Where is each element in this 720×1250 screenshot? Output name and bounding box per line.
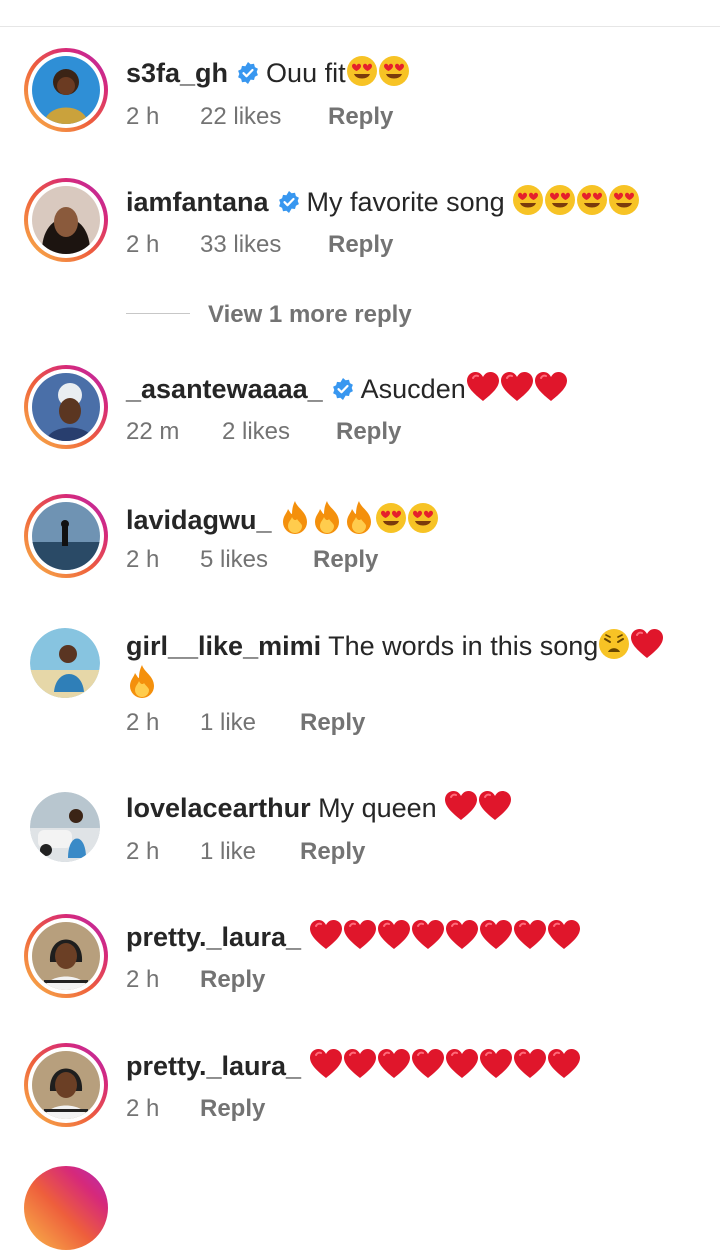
comment-time: 22 m (126, 418, 180, 445)
weary-face-emoji-icon (598, 628, 630, 660)
heart-eyes-emoji-icon (375, 502, 407, 534)
story-ring[interactable] (24, 365, 108, 449)
verified-badge-icon (236, 61, 260, 85)
comment-text: The words in this song (328, 631, 599, 661)
red-heart-emoji-icon (343, 919, 377, 951)
avatar[interactable] (30, 628, 100, 698)
reply-button[interactable]: Reply (328, 102, 393, 132)
comment-username[interactable]: pretty._laura_ (126, 1051, 301, 1081)
red-heart-emoji-icon (479, 919, 513, 951)
comment-username[interactable]: iamfantana (126, 187, 269, 217)
comment-likes[interactable]: 22 likes (200, 102, 281, 132)
heart-eyes-emoji-icon (346, 55, 378, 87)
avatar[interactable] (32, 502, 100, 570)
red-heart-emoji-icon (377, 919, 411, 951)
red-heart-emoji-icon (343, 1048, 377, 1080)
story-ring[interactable] (24, 1043, 108, 1127)
divider-line (126, 313, 190, 314)
comment-likes[interactable]: 1 like (200, 708, 256, 738)
red-heart-emoji-icon (445, 1048, 479, 1080)
heart-eyes-emoji-icon (544, 184, 576, 216)
reply-button[interactable]: Reply (300, 708, 365, 738)
comment-likes[interactable]: 5 likes (200, 545, 268, 575)
comment-text: My queen (318, 793, 445, 823)
comment-username[interactable]: lovelacearthur (126, 793, 311, 823)
story-ring[interactable] (24, 1166, 108, 1250)
comment-likes[interactable]: 1 like (200, 837, 256, 867)
avatar[interactable] (32, 922, 100, 990)
reply-button[interactable]: Reply (200, 1094, 265, 1124)
comment-likes[interactable]: 33 likes (200, 230, 281, 260)
comment-time: 2 h (126, 966, 160, 993)
view-more-replies-label[interactable]: View 1 more reply (208, 300, 412, 330)
avatar[interactable] (32, 373, 100, 441)
comment-username[interactable]: lavidagwu_ (126, 505, 272, 535)
red-heart-emoji-icon (444, 790, 478, 822)
avatar[interactable] (32, 1051, 100, 1119)
avatar[interactable] (32, 186, 100, 254)
heart-eyes-emoji-icon (407, 502, 439, 534)
red-heart-emoji-icon (377, 1048, 411, 1080)
heart-eyes-emoji-icon (608, 184, 640, 216)
comment-time: 2 h (126, 709, 160, 736)
top-divider (0, 26, 720, 27)
comment-time: 2 h (126, 546, 160, 573)
story-ring[interactable] (24, 48, 108, 132)
red-heart-emoji-icon (478, 790, 512, 822)
red-heart-emoji-icon (411, 1048, 445, 1080)
fire-emoji-icon (343, 500, 375, 534)
fire-emoji-icon (279, 500, 311, 534)
comment-time: 2 h (126, 103, 160, 130)
red-heart-emoji-icon (513, 1048, 547, 1080)
avatar[interactable] (32, 56, 100, 124)
red-heart-emoji-icon (547, 919, 581, 951)
red-heart-emoji-icon (309, 919, 343, 951)
reply-button[interactable]: Reply (200, 965, 265, 995)
comment-likes[interactable]: 2 likes (222, 417, 290, 447)
comment-username[interactable]: s3fa_gh (126, 58, 228, 88)
red-heart-emoji-icon (630, 628, 664, 660)
red-heart-emoji-icon (547, 1048, 581, 1080)
red-heart-emoji-icon (466, 371, 500, 403)
red-heart-emoji-icon (411, 919, 445, 951)
heart-eyes-emoji-icon (512, 184, 544, 216)
red-heart-emoji-icon (479, 1048, 513, 1080)
comment-username[interactable]: girl__like_mimi (126, 631, 321, 661)
comment-time: 2 h (126, 231, 160, 258)
story-ring[interactable] (24, 494, 108, 578)
comment-username[interactable]: pretty._laura_ (126, 922, 301, 952)
reply-button[interactable]: Reply (328, 230, 393, 260)
comment-text: Ouu fit (266, 58, 346, 88)
reply-button[interactable]: Reply (336, 417, 401, 447)
comment-time: 2 h (126, 1095, 160, 1122)
story-ring[interactable] (24, 178, 108, 262)
comment-text: Asucden (360, 374, 466, 404)
avatar[interactable] (30, 792, 100, 862)
red-heart-emoji-icon (309, 1048, 343, 1080)
red-heart-emoji-icon (534, 371, 568, 403)
story-ring[interactable] (24, 914, 108, 998)
verified-badge-icon (331, 377, 355, 401)
fire-emoji-icon (311, 500, 343, 534)
comment-username[interactable]: _asantewaaaa_ (126, 374, 323, 404)
heart-eyes-emoji-icon (576, 184, 608, 216)
reply-button[interactable]: Reply (300, 837, 365, 867)
red-heart-emoji-icon (500, 371, 534, 403)
comment-text: My favorite song (306, 187, 513, 217)
verified-badge-icon (277, 190, 301, 214)
heart-eyes-emoji-icon (378, 55, 410, 87)
fire-emoji-icon (126, 664, 158, 698)
reply-button[interactable]: Reply (313, 545, 378, 575)
comment-time: 2 h (126, 838, 160, 865)
red-heart-emoji-icon (513, 919, 547, 951)
red-heart-emoji-icon (445, 919, 479, 951)
